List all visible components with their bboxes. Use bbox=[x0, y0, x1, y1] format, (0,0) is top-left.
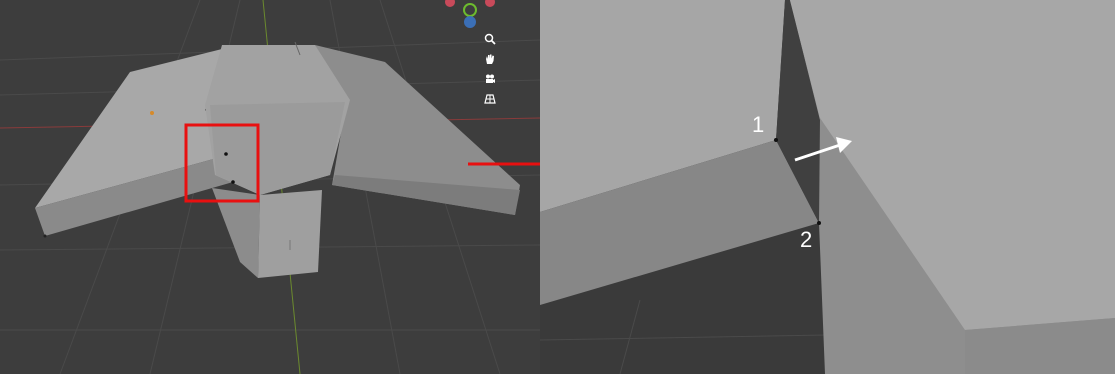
vertex-2[interactable] bbox=[817, 221, 821, 225]
y-axis-gizmo-ball[interactable] bbox=[463, 3, 477, 17]
viewport-overview[interactable] bbox=[0, 0, 540, 374]
viewport-scene bbox=[0, 0, 540, 374]
vertex-2-overview[interactable] bbox=[231, 180, 235, 184]
hand-pan-icon[interactable] bbox=[482, 51, 498, 67]
zoomed-scene bbox=[540, 0, 1115, 374]
x-axis-gizmo-ball-neg[interactable] bbox=[485, 0, 495, 7]
object-origin bbox=[150, 111, 154, 115]
mesh-object bbox=[35, 41, 520, 278]
vertex-1-overview[interactable] bbox=[224, 152, 228, 156]
vertex-corner[interactable] bbox=[43, 234, 47, 238]
x-axis-gizmo-ball[interactable] bbox=[445, 0, 455, 7]
camera-icon[interactable] bbox=[482, 71, 498, 87]
z-axis-gizmo-ball[interactable] bbox=[464, 16, 476, 28]
vertex-1[interactable] bbox=[774, 138, 778, 142]
zoom-icon[interactable] bbox=[482, 31, 498, 47]
grid-perspective-icon[interactable] bbox=[482, 91, 498, 107]
viewport-zoomed[interactable]: 1 2 bbox=[540, 0, 1115, 374]
vertex-1-label: 1 bbox=[752, 112, 765, 137]
vertex-2-label: 2 bbox=[800, 227, 813, 252]
